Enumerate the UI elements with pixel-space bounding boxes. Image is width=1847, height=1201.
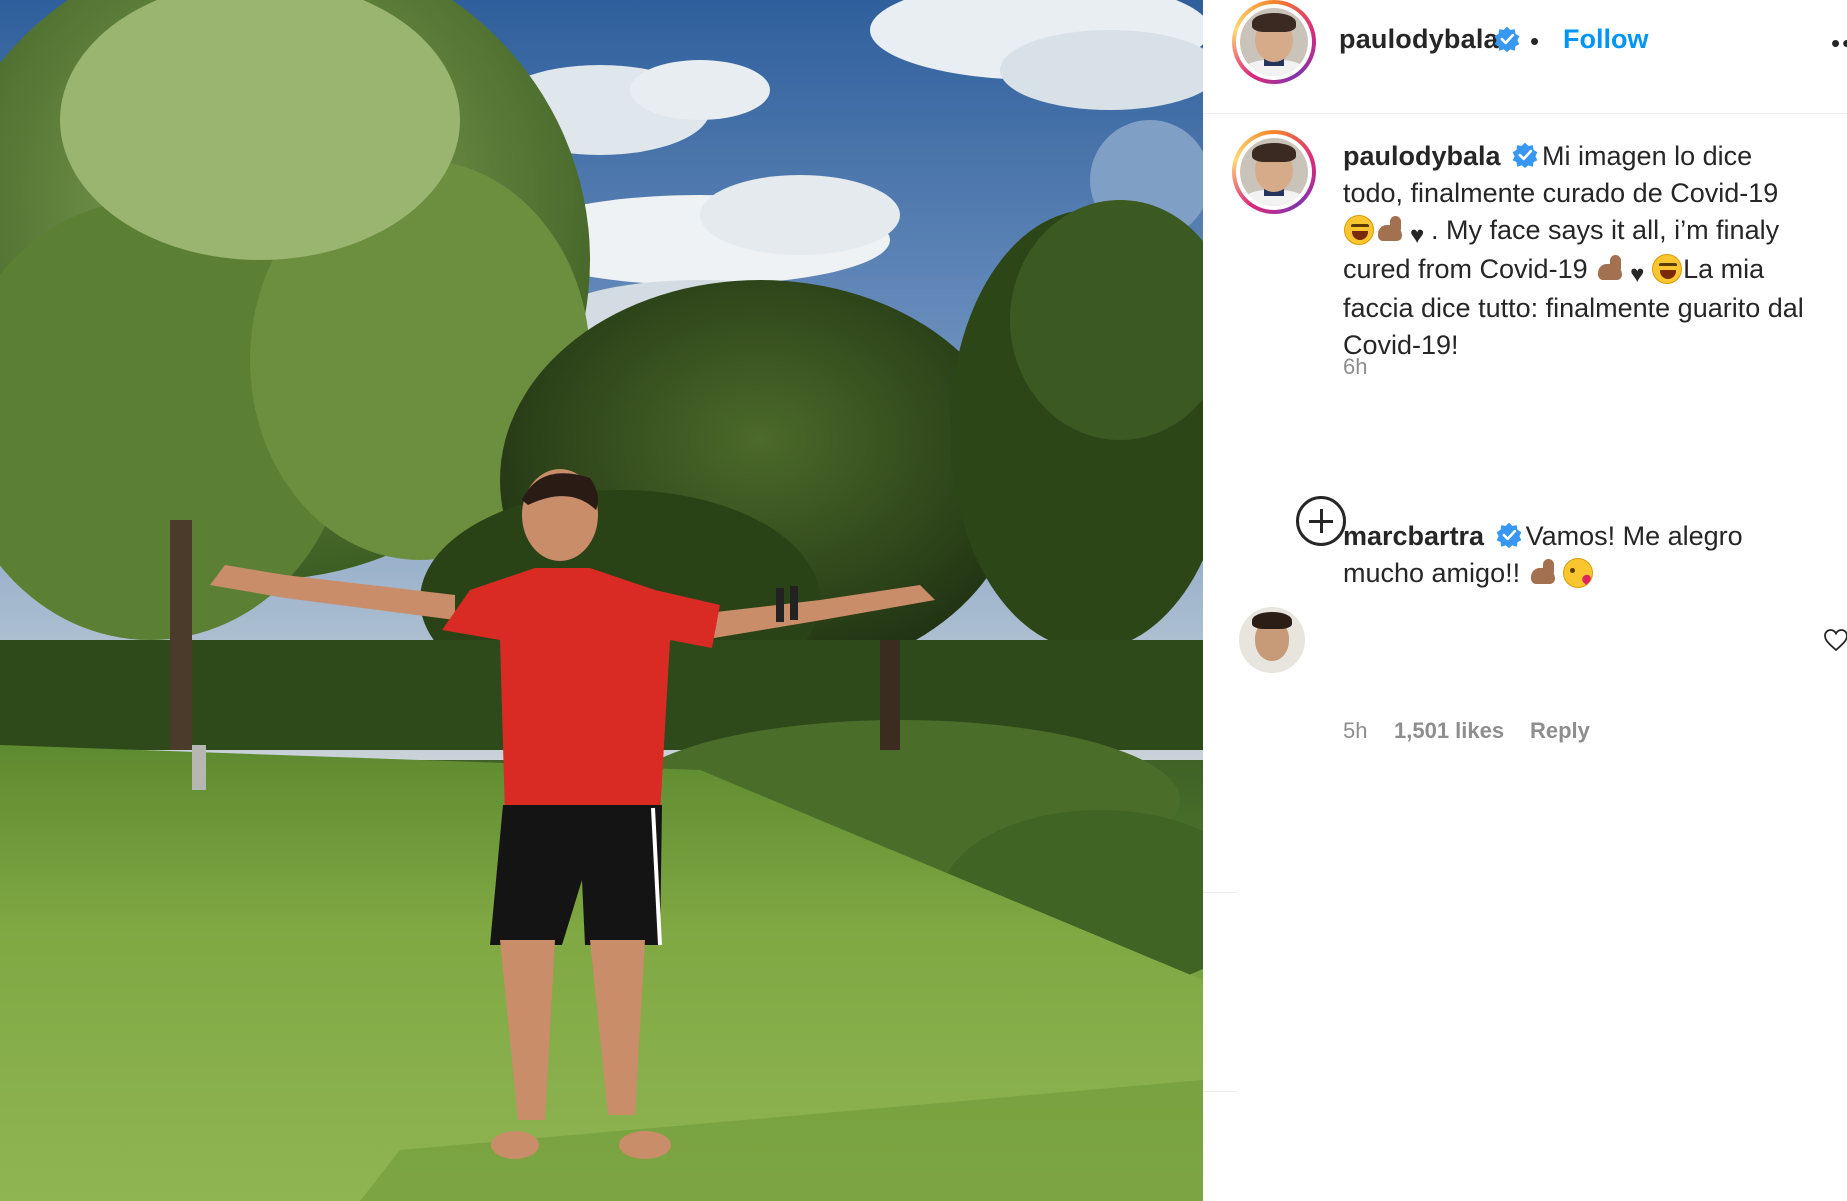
follow-button[interactable]: Follow — [1563, 24, 1648, 55]
post-photo-illustration — [0, 0, 1203, 1201]
flexed-biceps-emoji-icon — [1596, 254, 1628, 284]
black-heart-emoji-icon: ♥ — [1630, 261, 1645, 288]
comment-likes-count[interactable]: 1,501 likes — [1394, 718, 1504, 744]
verified-badge-icon — [1512, 142, 1538, 168]
caption-line-4: cured from Covid-19 — [1343, 254, 1588, 284]
verified-badge-icon — [1494, 26, 1520, 52]
caption-line-7: Covid-19! — [1343, 330, 1459, 360]
comment-reply-button[interactable]: Reply — [1530, 718, 1590, 744]
post-header: paulodybala • Follow •• — [1203, 0, 1847, 114]
caption-username[interactable]: paulodybala — [1343, 141, 1501, 171]
more-options-icon[interactable]: •• — [1831, 28, 1847, 59]
heart-outline-icon[interactable] — [1823, 628, 1847, 652]
comment-line-1: Vamos! Me alegro — [1525, 521, 1743, 551]
laughing-face-emoji-icon — [1652, 254, 1683, 284]
caption-line-2: todo, finalmente curado de Covid-19 — [1343, 178, 1779, 208]
caption-timestamp[interactable]: 6h — [1343, 354, 1367, 380]
verified-badge-icon — [1496, 522, 1521, 548]
divider — [1203, 892, 1237, 893]
post-side-panel: paulodybala • Follow •• paulodybala Mi i… — [1203, 0, 1847, 1201]
comment-username[interactable]: marcbartra — [1343, 521, 1484, 551]
face-blowing-kiss-emoji-icon — [1562, 558, 1593, 588]
caption-line-6: faccia dice tutto: finalmente guarito da… — [1343, 293, 1804, 323]
comment-timestamp[interactable]: 5h — [1343, 718, 1367, 744]
caption-author-avatar[interactable] — [1232, 130, 1316, 214]
comment: marcbartra Vamos! Me alegro mucho amigo!… — [1343, 518, 1803, 592]
black-heart-emoji-icon: ♥ — [1410, 222, 1425, 249]
comment-line-2: mucho amigo!! — [1343, 558, 1521, 588]
flexed-biceps-emoji-icon — [1376, 215, 1408, 245]
laughing-face-emoji-icon — [1344, 215, 1374, 245]
divider — [1203, 1091, 1237, 1092]
flexed-biceps-emoji-icon — [1529, 558, 1561, 588]
author-username[interactable]: paulodybala — [1339, 24, 1499, 55]
caption-line-1: Mi imagen lo dice — [1542, 141, 1753, 171]
author-avatar[interactable] — [1232, 0, 1316, 84]
header-separator: • — [1530, 26, 1540, 56]
post-image[interactable] — [0, 0, 1203, 1201]
caption-line-5: La mia — [1683, 254, 1765, 284]
post-caption: paulodybala Mi imagen lo dice todo, fina… — [1343, 138, 1843, 364]
load-more-comments-button[interactable] — [1296, 496, 1346, 546]
commenter-avatar[interactable] — [1239, 607, 1305, 673]
caption-line-3: . My face says it all, i’m finaly — [1431, 215, 1780, 245]
